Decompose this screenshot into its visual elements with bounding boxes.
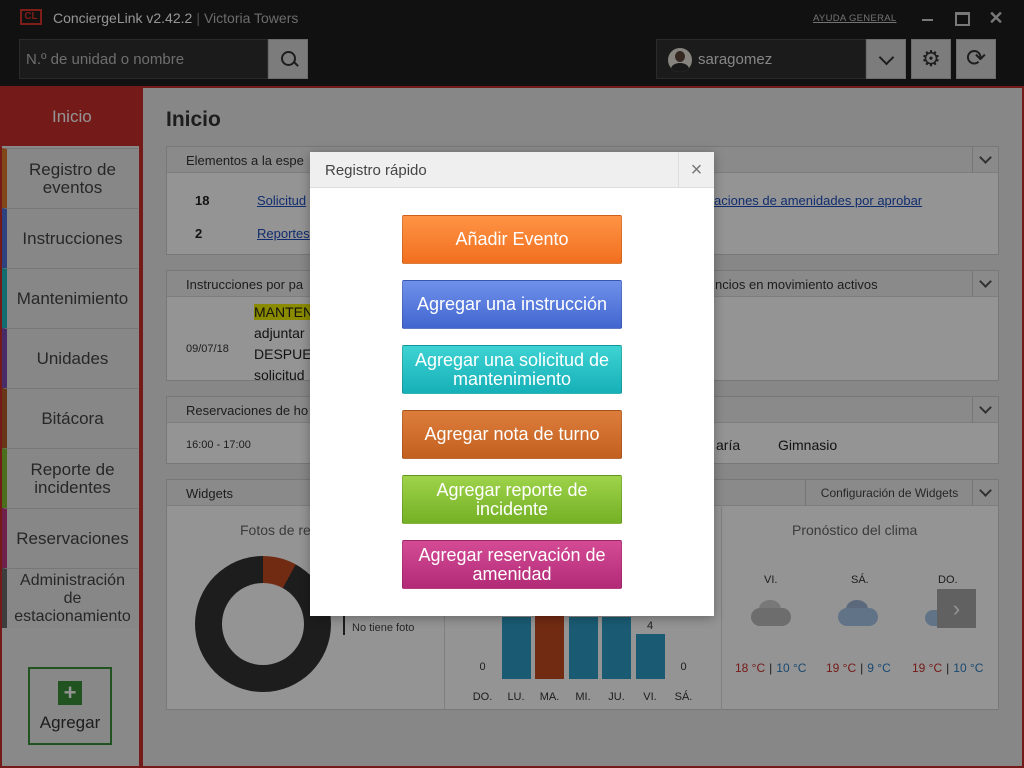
add-instruction-button[interactable]: Agregar una instrucción [402, 280, 622, 329]
close-icon: × [690, 159, 703, 181]
add-event-button[interactable]: Añadir Evento [402, 215, 622, 264]
dialog-title: Registro rápido [325, 162, 427, 179]
add-shift-note-button[interactable]: Agregar nota de turno [402, 410, 622, 459]
dialog-header: Registro rápido × [310, 152, 714, 188]
add-incident-report-button[interactable]: Agregar reporte de incidente [402, 475, 622, 524]
add-maintenance-request-button[interactable]: Agregar una solicitud de mantenimiento [402, 345, 622, 394]
close-button[interactable]: × [678, 152, 714, 188]
add-amenity-reservation-button[interactable]: Agregar reservación de amenidad [402, 540, 622, 589]
quick-entry-dialog: Registro rápido × Añadir Evento Agregar … [310, 152, 714, 616]
